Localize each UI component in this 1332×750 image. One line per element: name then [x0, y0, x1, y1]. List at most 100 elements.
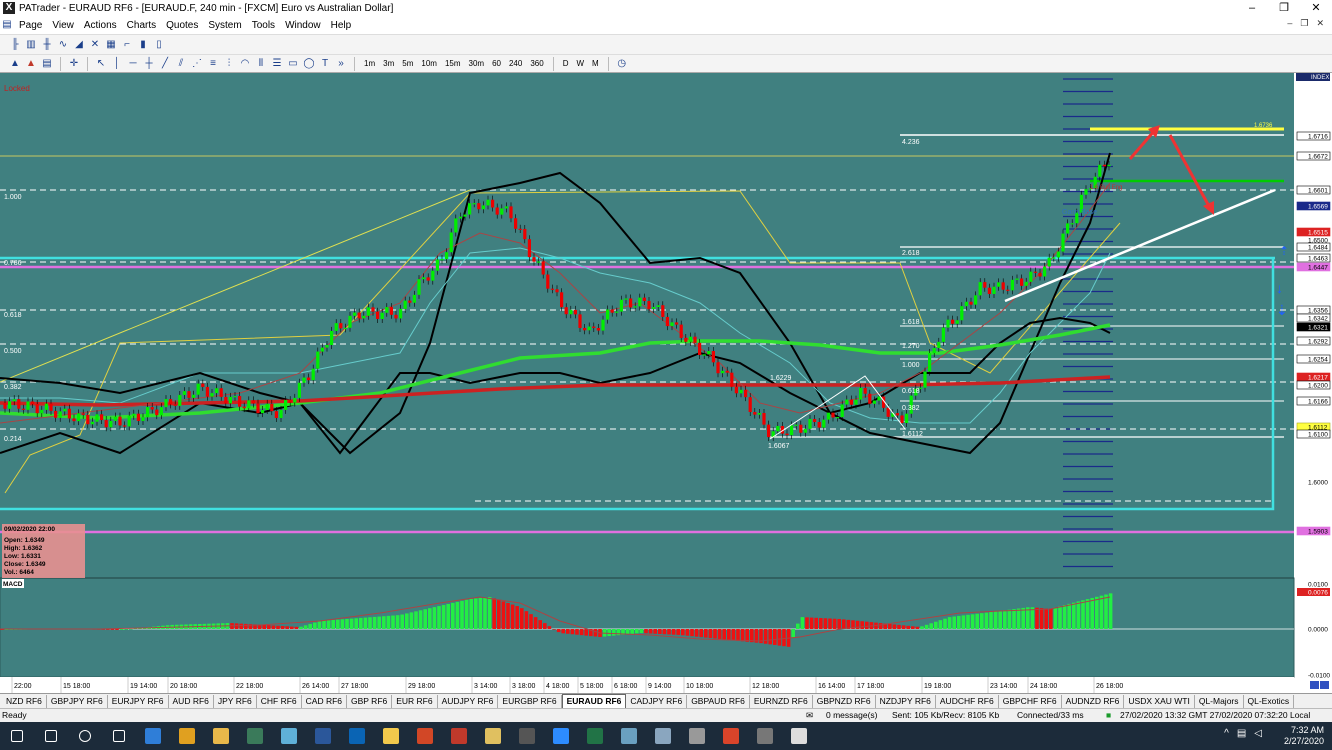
page-icon[interactable]: ▤	[0, 18, 14, 32]
line-chart-icon[interactable]: ∿	[56, 38, 70, 52]
tf-monthly[interactable]: M	[589, 59, 602, 68]
fib-extension-icon[interactable]: ☰	[270, 57, 284, 71]
channel-icon[interactable]: ⫽	[174, 57, 188, 71]
menu-charts[interactable]: Charts	[122, 20, 161, 31]
taskbar-search-button[interactable]	[34, 722, 68, 750]
more-tools-icon[interactable]: »	[334, 57, 348, 71]
tab-eur-rf6[interactable]: EUR RF6	[392, 694, 438, 708]
gann-fan-icon[interactable]: ⋰	[190, 57, 204, 71]
tf-240[interactable]: 240	[506, 59, 525, 68]
price-chart[interactable]: ⇡ ↓ ⇣ Locked 1.000 0.786 0.618 0.500 0.3…	[0, 73, 1332, 693]
scale-button-icon[interactable]	[1310, 681, 1319, 689]
tf-daily[interactable]: D	[560, 59, 572, 68]
menu-tools[interactable]: Tools	[247, 20, 280, 31]
crosshair-icon[interactable]: ✛	[67, 57, 81, 71]
candle-chart-icon[interactable]: ▥	[24, 38, 38, 52]
bar-chart-icon[interactable]: ╟	[8, 38, 22, 52]
tab-gbpnzd-rf6[interactable]: GBPNZD RF6	[813, 694, 876, 708]
scale-button-icon-2[interactable]	[1320, 681, 1329, 689]
tab-ql-majors[interactable]: QL-Majors	[1195, 694, 1244, 708]
tab-jpy-rf6[interactable]: JPY RF6	[214, 694, 257, 708]
pointer-icon[interactable]: ↖	[94, 57, 108, 71]
taskbar-powerpoint-button[interactable]	[408, 722, 442, 750]
tab-aud-rf6[interactable]: AUD RF6	[169, 694, 214, 708]
fib-time-icon[interactable]: ⦀	[254, 57, 268, 71]
taskbar-patrader-button[interactable]	[238, 722, 272, 750]
tab-nzdjpy-rf6[interactable]: NZDJPY RF6	[876, 694, 936, 708]
buy-arrow-icon[interactable]: ▲	[8, 57, 22, 71]
tab-euraud-rf6[interactable]: EURAUD RF6	[561, 694, 627, 708]
taskbar-app14-button[interactable]	[612, 722, 646, 750]
tab-audchf-rf6[interactable]: AUDCHF RF6	[936, 694, 999, 708]
taskbar-clock[interactable]: 7:32 AM 2/27/2020	[1284, 725, 1324, 747]
tab-eurgbp-rf6[interactable]: EURGBP RF6	[498, 694, 562, 708]
taskbar-word-button[interactable]	[306, 722, 340, 750]
chevron-up-icon[interactable]: ^	[1224, 728, 1229, 739]
taskbar-explorer-button[interactable]	[204, 722, 238, 750]
tab-cad-rf6[interactable]: CAD RF6	[302, 694, 348, 708]
taskbar-edge-button[interactable]	[136, 722, 170, 750]
minimize-button[interactable]: ‒	[1236, 0, 1268, 16]
tf-10m[interactable]: 10m	[418, 59, 440, 68]
restore-button[interactable]: ❐	[1268, 0, 1300, 16]
close-button[interactable]: ✕	[1300, 0, 1332, 16]
menu-help[interactable]: Help	[326, 20, 357, 31]
fib-arc-icon[interactable]: ◠	[238, 57, 252, 71]
ohlc-chart-icon[interactable]: ╫	[40, 38, 54, 52]
vertical-line-icon[interactable]: │	[110, 57, 124, 71]
taskbar-app15-button[interactable]	[646, 722, 680, 750]
menu-window[interactable]: Window	[280, 20, 326, 31]
taskbar-windows-button[interactable]	[0, 722, 34, 750]
taskbar-app18-button[interactable]	[748, 722, 782, 750]
object-icon[interactable]: ▤	[40, 57, 54, 71]
kagi-chart-icon[interactable]: ⌐	[120, 38, 134, 52]
area-chart-icon[interactable]: ◢	[72, 38, 86, 52]
renko-chart-icon[interactable]: ▦	[104, 38, 118, 52]
taskbar-zoom-button[interactable]	[544, 722, 578, 750]
tf-5m[interactable]: 5m	[399, 59, 416, 68]
point-figure-icon[interactable]: ✕	[88, 38, 102, 52]
menu-page[interactable]: Page	[14, 20, 47, 31]
clock-icon[interactable]: ◷	[615, 57, 629, 71]
tf-3m[interactable]: 3m	[380, 59, 397, 68]
tab-nzd-rf6[interactable]: NZD RF6	[2, 694, 47, 708]
taskbar-app9-button[interactable]	[442, 722, 476, 750]
chart-restore-button[interactable]: ❐	[1300, 18, 1308, 29]
text-tool-icon[interactable]: T	[318, 57, 332, 71]
menu-actions[interactable]: Actions	[79, 20, 122, 31]
histogram-chart-icon[interactable]: ▯	[152, 38, 166, 52]
tf-15m[interactable]: 15m	[442, 59, 464, 68]
chart-minimize-button[interactable]: ‒	[1287, 18, 1292, 29]
tf-1m[interactable]: 1m	[361, 59, 378, 68]
tab-audnzd-rf6[interactable]: AUDNZD RF6	[1062, 694, 1125, 708]
taskbar-cortana-button[interactable]	[68, 722, 102, 750]
cross-line-icon[interactable]: ┼	[142, 57, 156, 71]
tab-usdx-xau-wti[interactable]: USDX XAU WTI	[1124, 694, 1195, 708]
fib-retracement-icon[interactable]: ≡	[206, 57, 220, 71]
taskbar-taskview-button[interactable]	[102, 722, 136, 750]
tab-gbp-rf6[interactable]: GBP RF6	[347, 694, 393, 708]
horizontal-line-icon[interactable]: ─	[126, 57, 140, 71]
taskbar-calculator-button[interactable]	[510, 722, 544, 750]
fib-fan-icon[interactable]: ⫶	[222, 57, 236, 71]
chart-close-button[interactable]: ✕	[1316, 18, 1324, 29]
menu-system[interactable]: System	[203, 20, 246, 31]
volume-icon[interactable]: ◁	[1254, 728, 1262, 739]
trend-line-icon[interactable]: ╱	[158, 57, 172, 71]
sell-arrow-icon[interactable]: ▲	[24, 57, 38, 71]
taskbar-app5-button[interactable]	[272, 722, 306, 750]
taskbar-excel-button[interactable]	[578, 722, 612, 750]
tab-eurjpy-rf6[interactable]: EURJPY RF6	[108, 694, 169, 708]
taskbar-outlook-button[interactable]	[340, 722, 374, 750]
taskbar-chrome-button[interactable]	[170, 722, 204, 750]
rectangle-icon[interactable]: ▭	[286, 57, 300, 71]
taskbar-app19-button[interactable]	[782, 722, 816, 750]
tf-60[interactable]: 60	[489, 59, 504, 68]
chart-area[interactable]: ⇡ ↓ ⇣ Locked 1.000 0.786 0.618 0.500 0.3…	[0, 73, 1332, 693]
status-messages[interactable]: 0 message(s)	[826, 710, 878, 720]
tf-weekly[interactable]: W	[573, 59, 587, 68]
tab-eurnzd-rf6[interactable]: EURNZD RF6	[750, 694, 813, 708]
taskbar-app16-button[interactable]	[680, 722, 714, 750]
menu-view[interactable]: View	[47, 20, 79, 31]
ellipse-icon[interactable]: ◯	[302, 57, 316, 71]
